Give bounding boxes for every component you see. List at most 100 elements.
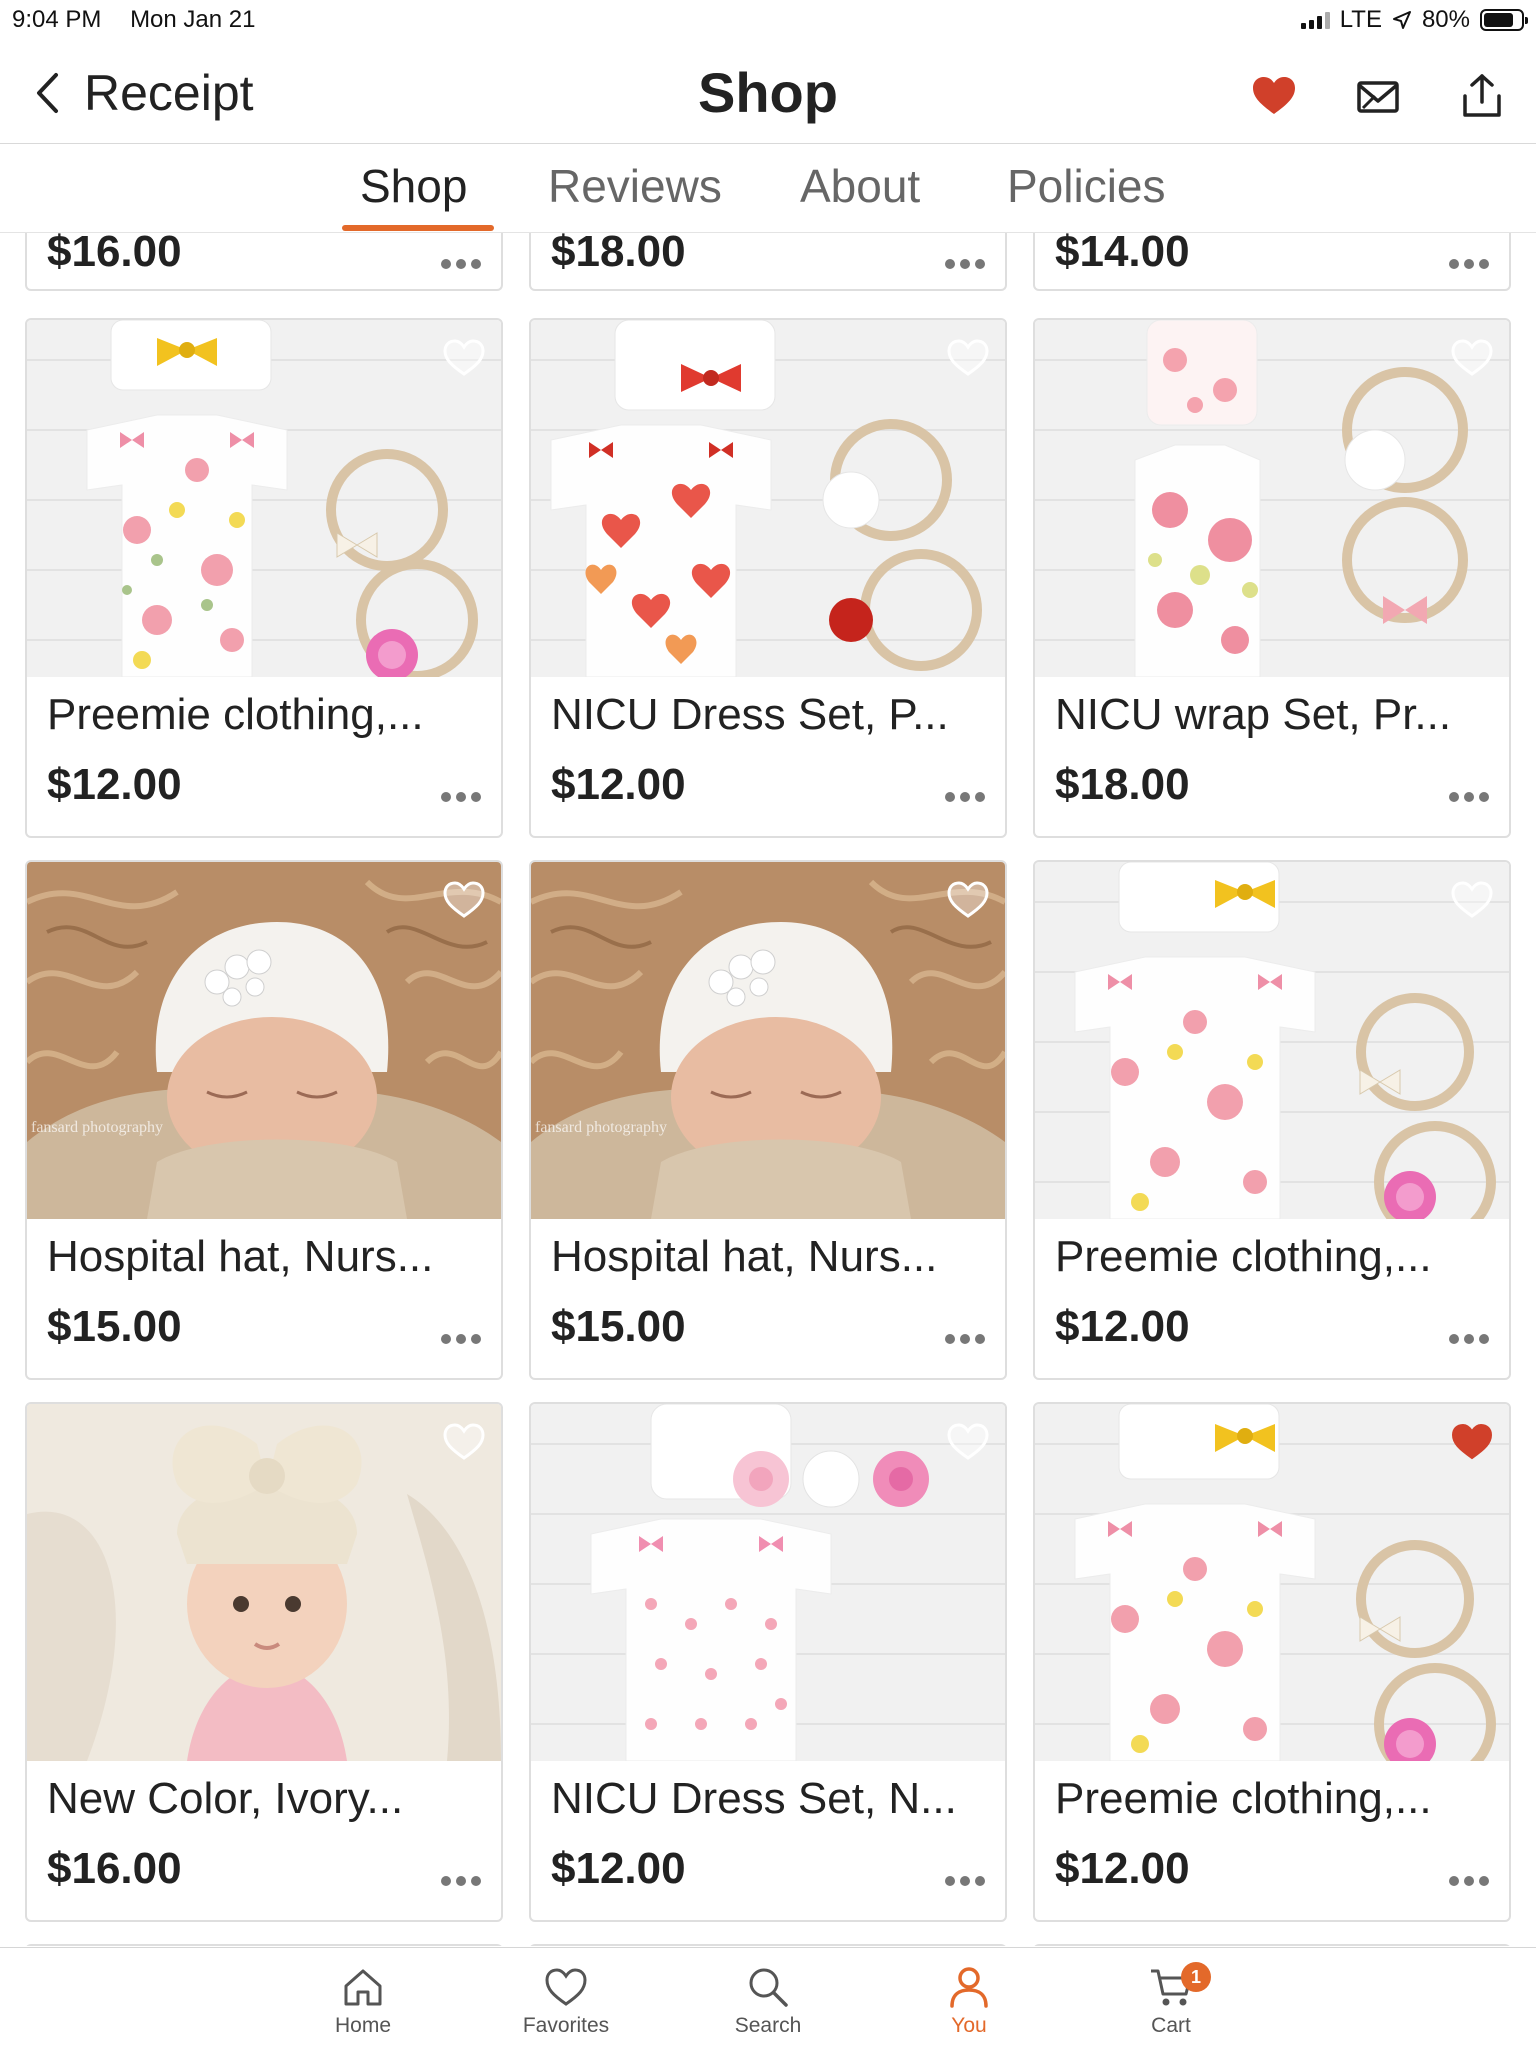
listing-image-floral-gown	[27, 320, 501, 677]
listing-card[interactable]: fansard photography Hospital hat, Nurs..…	[25, 860, 503, 1380]
battery-percent: 80%	[1421, 6, 1470, 33]
home-icon	[344, 1969, 382, 2006]
listing-price: $12.00	[1055, 1302, 1190, 1351]
listing-title: NICU Dress Set, N...	[551, 1774, 957, 1823]
listing-title: Preemie clothing,...	[1055, 1774, 1432, 1823]
listing-image-heart-dress	[531, 320, 1005, 677]
listing-image-floral-gown	[1035, 1404, 1509, 1761]
listing-title: Preemie clothing,...	[47, 690, 424, 739]
listing-card[interactable]: Preemie clothing,... $12.00	[25, 318, 503, 838]
listing-card[interactable]: New Color, Ivory... $16.00	[25, 1402, 503, 1922]
listing-price: $14.00	[1055, 233, 1190, 276]
listing-price: $18.00	[1055, 760, 1190, 809]
listing-title: Hospital hat, Nurs...	[47, 1232, 434, 1281]
listing-price: $18.00	[551, 233, 686, 276]
listing-card-partial[interactable]: $18.00	[529, 233, 1007, 291]
nav-actions	[1250, 72, 1506, 120]
listing-card-partial[interactable]: $14.00	[1033, 233, 1511, 291]
tab-home-label: Home	[334, 2014, 392, 2037]
listing-price: $12.00	[551, 760, 686, 809]
listing-price: $15.00	[47, 1302, 182, 1351]
listing-card[interactable]: NICU Dress Set, P... $12.00	[529, 318, 1007, 838]
listing-image-floral-wrap	[1035, 320, 1509, 677]
more-options-icon[interactable]	[1449, 792, 1493, 806]
tab-reviews[interactable]: Reviews	[548, 159, 722, 213]
heart-outline-icon	[545, 1968, 587, 2006]
tab-search-label: Search	[734, 2014, 802, 2037]
tab-favorites[interactable]: Favorites	[496, 1964, 636, 2038]
listing-title: Hospital hat, Nurs...	[551, 1232, 938, 1281]
person-icon	[950, 1967, 988, 2008]
network-label: LTE	[1339, 6, 1382, 33]
listing-card-partial[interactable]	[529, 1944, 1007, 1946]
heart-filled-icon[interactable]	[1449, 1420, 1495, 1462]
listing-image-pink-flower-dress	[531, 1404, 1005, 1761]
more-options-icon[interactable]	[441, 259, 485, 273]
listing-card[interactable]: fansard photography Hospital hat, Nurs..…	[529, 860, 1007, 1380]
location-arrow-icon	[1392, 11, 1411, 29]
more-options-icon[interactable]	[945, 259, 989, 273]
listing-card[interactable]: Preemie clothing,... $12.00	[1033, 1402, 1511, 1922]
listing-price: $12.00	[1055, 1844, 1190, 1893]
heart-outline-icon[interactable]	[945, 1420, 991, 1462]
more-options-icon[interactable]	[441, 1334, 485, 1348]
tab-home[interactable]: Home	[293, 1964, 433, 2038]
heart-outline-icon[interactable]	[441, 336, 487, 378]
signal-icon	[1300, 11, 1330, 29]
status-right: LTE 80%	[1300, 6, 1528, 34]
tab-favorites-label: Favorites	[522, 2014, 610, 2037]
favorite-heart-icon[interactable]	[1250, 72, 1298, 120]
more-options-icon[interactable]	[945, 792, 989, 806]
listing-title: NICU wrap Set, Pr...	[1055, 690, 1452, 739]
listing-card-partial[interactable]	[1033, 1944, 1511, 1946]
listing-price: $12.00	[551, 1844, 686, 1893]
heart-outline-icon[interactable]	[441, 878, 487, 920]
listing-card[interactable]: NICU Dress Set, N... $12.00	[529, 1402, 1007, 1922]
battery-icon	[1480, 9, 1528, 31]
status-time: 9:04 PM	[12, 6, 102, 33]
status-left: 9:04 PM Mon Jan 21	[12, 6, 277, 34]
tab-you[interactable]: You	[899, 1964, 1039, 2038]
heart-outline-icon[interactable]	[1449, 878, 1495, 920]
tab-cart[interactable]: 1 Cart	[1101, 1962, 1241, 2038]
listing-price: $12.00	[47, 760, 182, 809]
more-options-icon[interactable]	[945, 1334, 989, 1348]
message-icon[interactable]	[1354, 72, 1402, 120]
tab-about[interactable]: About	[800, 159, 920, 213]
more-options-icon[interactable]	[1449, 1876, 1493, 1890]
active-tab-indicator	[342, 225, 494, 231]
more-options-icon[interactable]	[1449, 1334, 1493, 1348]
listing-card-partial[interactable]	[25, 1944, 503, 1946]
heart-outline-icon[interactable]	[1449, 336, 1495, 378]
tab-shop[interactable]: Shop	[360, 159, 467, 213]
listing-image-floral-gown	[1035, 862, 1509, 1219]
shop-tabs: Shop Reviews About Policies	[0, 145, 1536, 233]
more-options-icon[interactable]	[945, 1876, 989, 1890]
photo-watermark: fansard photography	[535, 1119, 667, 1136]
listing-price: $16.00	[47, 233, 182, 276]
heart-outline-icon[interactable]	[945, 878, 991, 920]
more-options-icon[interactable]	[441, 792, 485, 806]
tab-policies[interactable]: Policies	[1007, 159, 1166, 213]
more-options-icon[interactable]	[441, 1876, 485, 1890]
more-options-icon[interactable]	[1449, 259, 1493, 273]
heart-outline-icon[interactable]	[441, 1420, 487, 1462]
listing-card[interactable]: Preemie clothing,... $12.00	[1033, 860, 1511, 1380]
status-bar: 9:04 PM Mon Jan 21 LTE 80%	[0, 0, 1536, 40]
listing-card-partial[interactable]: $16.00	[25, 233, 503, 291]
listing-title: NICU Dress Set, P...	[551, 690, 949, 739]
tab-you-label: You	[951, 2014, 987, 2037]
listing-image-newborn-hat: fansard photography	[27, 862, 501, 1219]
tab-search[interactable]: Search	[698, 1964, 838, 2038]
bottom-tab-bar: Home Favorites Search You 1 Cart	[0, 1947, 1536, 2048]
share-icon[interactable]	[1458, 72, 1506, 120]
listing-image-newborn-hat: fansard photography	[531, 862, 1005, 1219]
listing-grid: $16.00 $18.00 $14.00 Preemie clothing,..…	[0, 233, 1536, 1946]
listing-image-baby-headband	[27, 1404, 501, 1761]
listing-card[interactable]: NICU wrap Set, Pr... $18.00	[1033, 318, 1511, 838]
tab-cart-label: Cart	[1151, 2014, 1191, 2037]
listing-title: Preemie clothing,...	[1055, 1232, 1432, 1281]
cart-badge: 1	[1181, 1962, 1211, 1992]
search-icon	[749, 1968, 788, 2007]
heart-outline-icon[interactable]	[945, 336, 991, 378]
